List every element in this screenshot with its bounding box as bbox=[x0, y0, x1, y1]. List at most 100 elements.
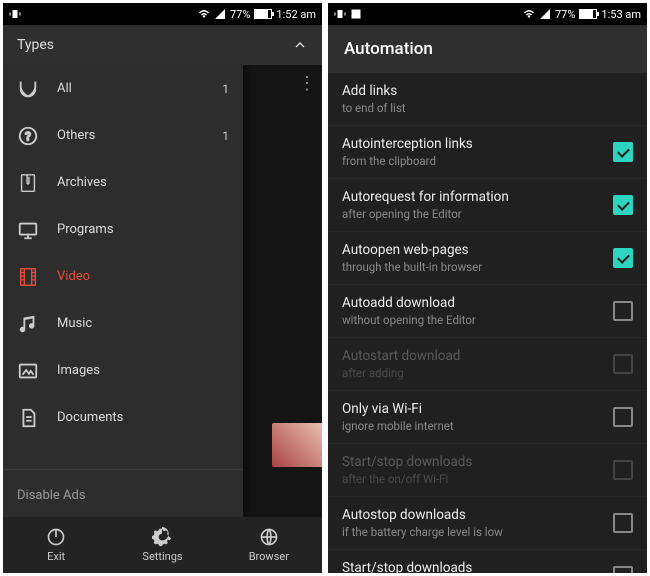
signal-icon bbox=[539, 8, 551, 20]
bottom-button-label: Exit bbox=[47, 550, 65, 563]
sidebar-item-label: Others bbox=[57, 128, 95, 143]
sidebar-item-programs[interactable]: Programs bbox=[3, 206, 243, 253]
setting-wifi[interactable]: Only via Wi-Fi ignore mobile internet bbox=[328, 391, 647, 444]
svg-text:?: ? bbox=[25, 129, 31, 143]
setting-title: Autoadd download bbox=[342, 295, 613, 311]
checkbox-autoopen[interactable] bbox=[613, 248, 633, 268]
bottom-button-label: Browser bbox=[249, 550, 289, 563]
image-icon bbox=[350, 8, 362, 20]
checkbox-autoadd[interactable] bbox=[613, 301, 633, 321]
setting-autoopen[interactable]: Autoopen web-pages through the built-in … bbox=[328, 232, 647, 285]
status-bar: 77% 1:53 am bbox=[328, 3, 647, 25]
programs-icon bbox=[17, 219, 39, 241]
sidebar-item-label: Images bbox=[57, 363, 100, 378]
sidebar-item-label: Archives bbox=[57, 175, 107, 190]
setting-subtitle: from the clipboard bbox=[342, 154, 613, 168]
sidebar-item-label: Video bbox=[57, 269, 90, 284]
page-title-bar: Automation bbox=[328, 25, 647, 73]
music-icon bbox=[17, 313, 39, 335]
battery-percent: 77% bbox=[230, 8, 250, 21]
settings-button[interactable]: Settings bbox=[109, 517, 215, 573]
wifi-icon bbox=[198, 8, 210, 20]
setting-autoadd[interactable]: Autoadd download without opening the Edi… bbox=[328, 285, 647, 338]
setting-title: Autorequest for information bbox=[342, 189, 613, 205]
sidebar-item-label: Music bbox=[57, 316, 92, 331]
sidebar-item-music[interactable]: Music bbox=[3, 300, 243, 347]
settings-list: Add links to end of list Autointerceptio… bbox=[328, 73, 647, 573]
sidebar-item-documents[interactable]: Documents bbox=[3, 394, 243, 441]
setting-autostart: Autostart download after adding bbox=[328, 338, 647, 391]
checkbox-startstop-wifi bbox=[613, 460, 633, 480]
sidebar-item-count: 1 bbox=[222, 129, 229, 143]
battery-icon bbox=[579, 9, 597, 19]
browser-icon bbox=[259, 527, 279, 547]
setting-add-links[interactable]: Add links to end of list bbox=[328, 73, 647, 126]
setting-subtitle: after opening the Editor bbox=[342, 207, 613, 221]
status-bar: 77% 1:52 am bbox=[3, 3, 322, 25]
vibrate-icon bbox=[334, 8, 346, 20]
battery-percent: 77% bbox=[555, 8, 575, 21]
sidebar-item-others[interactable]: ? Others 1 bbox=[3, 112, 243, 159]
sidebar-item-all[interactable]: All 1 bbox=[3, 65, 243, 112]
download-thumbnail[interactable] bbox=[272, 423, 322, 467]
documents-icon bbox=[17, 407, 39, 429]
checkbox-startstop-charge[interactable] bbox=[613, 566, 633, 573]
setting-title: Start/stop downloads bbox=[342, 454, 613, 470]
checkbox-autostart bbox=[613, 354, 633, 374]
sidebar-item-images[interactable]: Images bbox=[3, 347, 243, 394]
exit-button[interactable]: Exit bbox=[3, 517, 109, 573]
setting-title: Start/stop downloads bbox=[342, 560, 613, 573]
setting-autorequest[interactable]: Autorequest for information after openin… bbox=[328, 179, 647, 232]
exit-icon bbox=[46, 527, 66, 547]
all-icon bbox=[17, 78, 39, 100]
setting-subtitle: through the built-in browser bbox=[342, 260, 613, 274]
sidebar-item-label: All bbox=[57, 81, 72, 96]
bottom-button-label: Settings bbox=[142, 550, 182, 563]
archives-icon bbox=[17, 172, 39, 194]
sidebar-item-video[interactable]: Video bbox=[3, 253, 243, 300]
sidebar-item-count: 1 bbox=[222, 82, 229, 96]
status-time: 1:53 am bbox=[601, 8, 641, 21]
checkbox-autostop[interactable] bbox=[613, 513, 633, 533]
setting-title: Add links bbox=[342, 83, 633, 99]
chevron-up-icon bbox=[292, 37, 308, 53]
content-area: ⋮ All 1? Others 1 Archives Programs Vide… bbox=[3, 65, 322, 517]
drawer-title: Types bbox=[17, 37, 54, 53]
setting-startstop-wifi: Start/stop downloads after the on/off Wi… bbox=[328, 444, 647, 497]
setting-autointercept[interactable]: Autointerception links from the clipboar… bbox=[328, 126, 647, 179]
setting-title: Only via Wi-Fi bbox=[342, 401, 613, 417]
page-title: Automation bbox=[344, 39, 433, 59]
sidebar-item-label: Documents bbox=[57, 410, 123, 425]
nav-drawer: All 1? Others 1 Archives Programs Video … bbox=[3, 65, 243, 517]
settings-icon bbox=[152, 527, 172, 547]
vibrate-icon bbox=[9, 8, 21, 20]
setting-title: Autostop downloads bbox=[342, 507, 613, 523]
others-icon: ? bbox=[17, 125, 39, 147]
phone-left: 77% 1:52 am Types ⋮ All 1? Others 1 Arch… bbox=[3, 3, 322, 573]
setting-startstop-charge[interactable]: Start/stop downloads after the start/sto… bbox=[328, 550, 647, 573]
battery-icon bbox=[254, 9, 272, 19]
video-icon bbox=[17, 266, 39, 288]
sidebar-item-archives[interactable]: Archives bbox=[3, 159, 243, 206]
overflow-menu-icon[interactable]: ⋮ bbox=[298, 73, 316, 94]
setting-subtitle: after the on/off Wi-Fi bbox=[342, 472, 613, 486]
setting-subtitle: ignore mobile internet bbox=[342, 419, 613, 433]
checkbox-autorequest[interactable] bbox=[613, 195, 633, 215]
drawer-header[interactable]: Types bbox=[3, 25, 322, 65]
setting-autostop[interactable]: Autostop downloads if the battery charge… bbox=[328, 497, 647, 550]
phone-right: 77% 1:53 am Automation Add links to end … bbox=[328, 3, 647, 573]
setting-subtitle: after adding bbox=[342, 366, 613, 380]
status-time: 1:52 am bbox=[276, 8, 316, 21]
disable-ads[interactable]: Disable Ads bbox=[3, 474, 243, 517]
checkbox-autointercept[interactable] bbox=[613, 142, 633, 162]
sidebar-item-label: Programs bbox=[57, 222, 114, 237]
bottom-bar: Exit Settings Browser bbox=[3, 517, 322, 573]
divider bbox=[3, 469, 243, 470]
setting-title: Autointerception links bbox=[342, 136, 613, 152]
checkbox-wifi[interactable] bbox=[613, 407, 633, 427]
browser-button[interactable]: Browser bbox=[216, 517, 322, 573]
setting-title: Autostart download bbox=[342, 348, 613, 364]
signal-icon bbox=[214, 8, 226, 20]
setting-subtitle: without opening the Editor bbox=[342, 313, 613, 327]
content-backdrop[interactable]: ⋮ bbox=[243, 65, 322, 517]
